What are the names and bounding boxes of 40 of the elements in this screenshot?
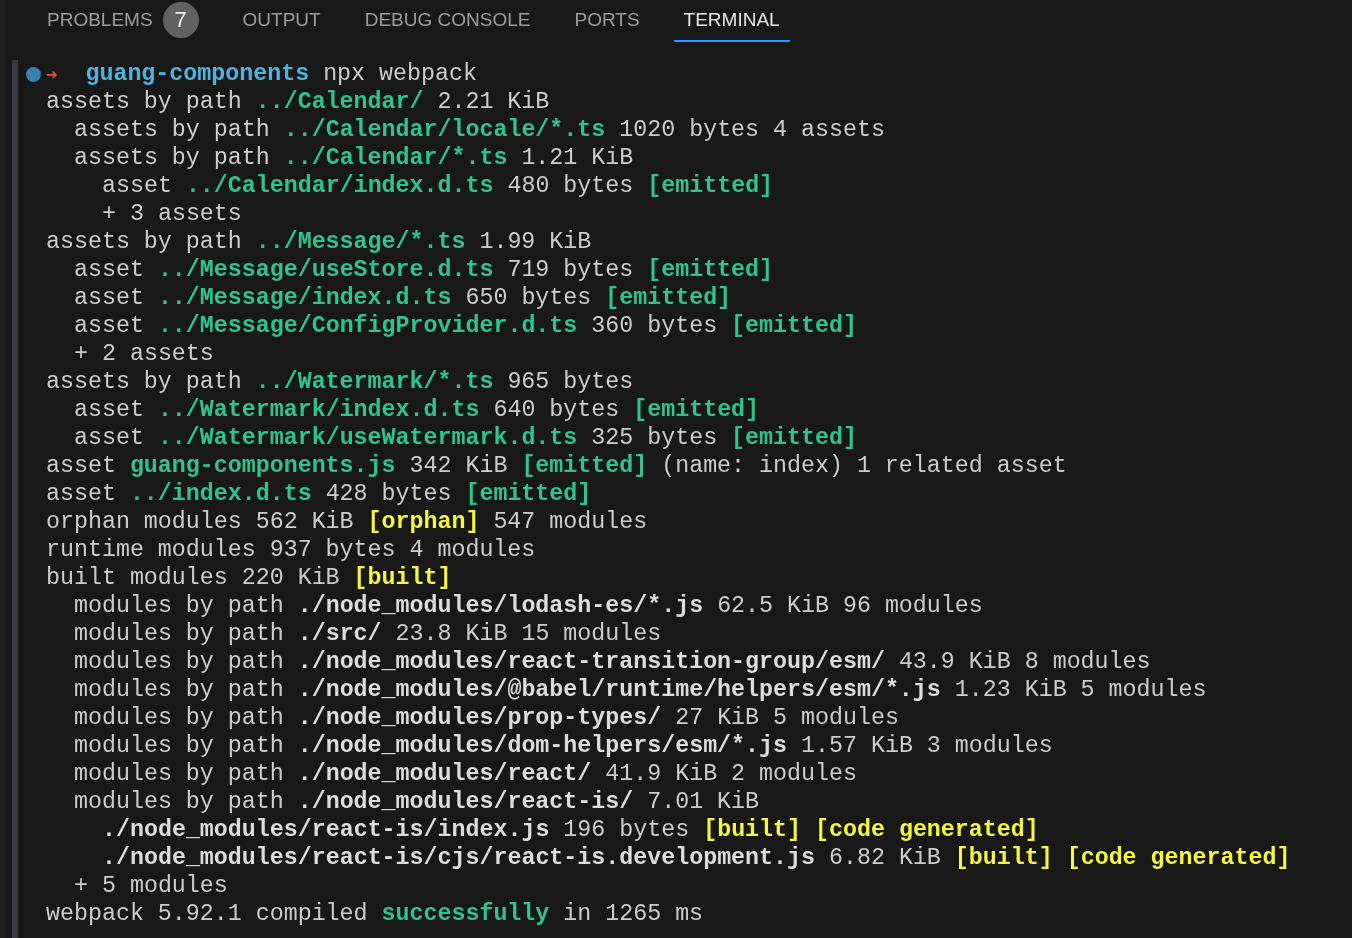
terminal-line: assets by path ../Watermark/*.ts 965 bytes xyxy=(46,368,634,396)
terminal-line: modules by path ./node_modules/react-transition-group/esm/ 43.9 KiB 8 modules xyxy=(74,648,1151,676)
terminal-line: + 5 modules xyxy=(74,872,228,900)
terminal-line: modules by path ./src/ 23.8 KiB 15 modules xyxy=(74,620,662,648)
terminal-line: assets by path ../Calendar/locale/*.ts 1020 bytes 4 assets xyxy=(74,116,885,144)
panel-tab[interactable]: OUTPUT xyxy=(232,0,331,42)
prompt-arrow: ➜ xyxy=(46,62,58,87)
terminal-line: modules by path ./node_modules/react/ 41.9 KiB 2 modules xyxy=(74,760,857,788)
terminal-line: + 2 assets xyxy=(74,340,214,368)
panel-tab[interactable]: PORTS xyxy=(564,0,650,42)
terminal-line: runtime modules 937 bytes 4 modules xyxy=(46,536,536,564)
terminal-line: assets by path ../Calendar/*.ts 1.21 KiB xyxy=(74,144,634,172)
terminal-line: modules by path ./node_modules/@babel/runtime/helpers/esm/*.js 1.23 KiB 5 modules xyxy=(74,676,1207,704)
command-text: npx webpack xyxy=(323,60,477,88)
terminal-line: asset ../Calendar/index.d.ts 480 bytes [emitted] xyxy=(102,172,774,200)
terminal-line: asset guang-components.js 342 KiB [emitted] (name: index) 1 related asset xyxy=(46,452,1067,480)
terminal-line: asset ../Message/index.d.ts 650 bytes [emitted] xyxy=(74,284,732,312)
terminal-line: ./node_modules/react-is/index.js 196 bytes [built] [code generated] xyxy=(102,816,1039,844)
panel-tab[interactable]: DEBUG CONSOLE xyxy=(354,0,541,42)
prompt-directory: guang-components xyxy=(85,60,310,88)
terminal-line: orphan modules 562 KiB [orphan] 547 modules xyxy=(46,508,648,536)
terminal-line: asset ../index.d.ts 428 bytes [emitted] xyxy=(46,480,592,508)
terminal-line: modules by path ./node_modules/prop-types/ 27 KiB 5 modules xyxy=(74,704,899,732)
terminal-line: assets by path ../Calendar/ 2.21 KiB xyxy=(46,88,550,116)
terminal-line: + 3 assets xyxy=(102,200,242,228)
terminal-line: asset ../Watermark/index.d.ts 640 bytes [emitted] xyxy=(74,396,760,424)
terminal-line: modules by path ./node_modules/react-is/ 7.01 KiB xyxy=(74,788,760,816)
problem-count-badge: 7 xyxy=(162,2,199,38)
terminal-line: modules by path ./node_modules/dom-helpers/esm/*.js 1.57 KiB 3 modules xyxy=(74,732,1053,760)
command-status-icon xyxy=(25,66,41,82)
panel-tab[interactable]: TERMINAL xyxy=(673,0,790,42)
terminal-line: asset ../Message/useStore.d.ts 719 bytes [emitted] xyxy=(74,256,774,284)
terminal-line: asset ../Message/ConfigProvider.d.ts 360 bytes [emitted] xyxy=(74,312,857,340)
terminal-line: ./node_modules/react-is/cjs/react-is.development.js 6.82 KiB [built] [code generated] xyxy=(102,844,1291,872)
panel-tab[interactable]: PROBLEMS 7 xyxy=(37,0,209,42)
terminal-line: built modules 220 KiB [built] xyxy=(46,564,452,592)
terminal-line: webpack 5.92.1 compiled successfully in 1265 ms xyxy=(46,900,704,928)
terminal-line: asset ../Watermark/useWatermark.d.ts 325 bytes [emitted] xyxy=(74,424,857,452)
terminal-line: assets by path ../Message/*.ts 1.99 KiB xyxy=(46,228,592,256)
terminal-line: modules by path ./node_modules/lodash-es/*.js 62.5 KiB 96 modules xyxy=(74,592,983,620)
